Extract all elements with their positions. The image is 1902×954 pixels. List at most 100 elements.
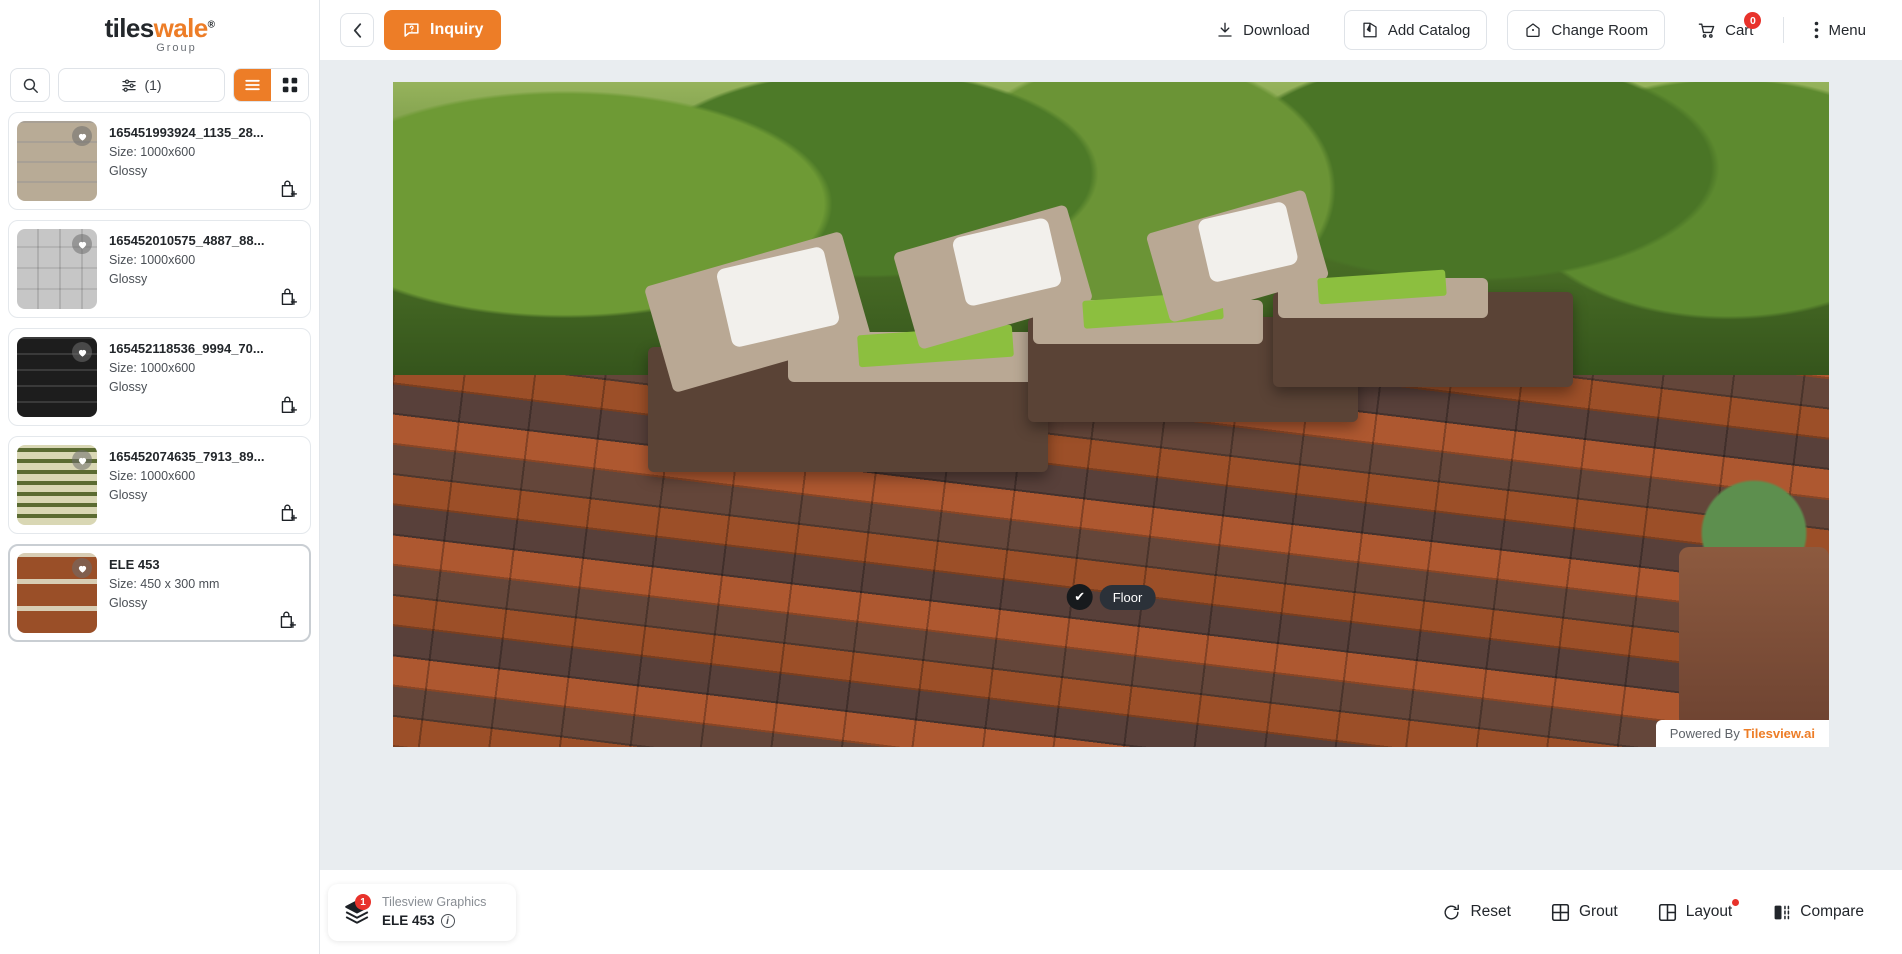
grout-grid-icon (1551, 903, 1570, 922)
logo-subtitle: Group (156, 41, 197, 54)
powered-by-watermark: Powered By Tilesview.ai (1655, 720, 1829, 747)
catalog-book-icon (1361, 21, 1379, 39)
layer-tile-label: ELE 453 (382, 913, 435, 929)
bottom-toolbar: 1 Tilesview Graphics ELE 453 i Reset Grou… (320, 870, 1902, 954)
compare-label: Compare (1800, 903, 1864, 920)
menu-label: Menu (1828, 21, 1866, 39)
add-to-bag-icon[interactable] (280, 179, 298, 199)
room-visualization[interactable]: ✔ Floor Powered By Tilesview.ai (393, 82, 1829, 747)
inquiry-button[interactable]: Inquiry (384, 10, 502, 50)
chat-question-icon (402, 21, 421, 40)
product-info: 165452010575_4887_88... Size: 1000x600 Glo… (109, 229, 302, 309)
kebab-menu-icon (1814, 21, 1819, 39)
layout-button[interactable]: Layout (1642, 895, 1749, 930)
add-to-bag-icon[interactable] (280, 287, 298, 307)
product-finish: Glossy (109, 271, 148, 286)
product-title: ELE 453 (109, 557, 160, 572)
floor-surface[interactable] (393, 374, 1829, 747)
menu-button[interactable]: Menu (1800, 10, 1880, 50)
potted-plant (1679, 547, 1829, 747)
add-to-bag-icon[interactable] (280, 395, 298, 415)
layers-icon-wrap: 1 (344, 894, 371, 926)
add-to-bag-icon[interactable] (280, 503, 298, 523)
bottom-actions: Reset Grout Layout Compare (1426, 895, 1880, 930)
favorite-heart-icon[interactable] (72, 342, 92, 362)
download-button[interactable]: Download (1202, 10, 1324, 50)
product-card[interactable]: 165452118536_9994_70... Size: 1000x600 Glo… (8, 328, 311, 426)
product-title: 165451993924_1135_28... (109, 125, 264, 140)
app-root: tileswale® Group (1) 165451993924_1135_2… (0, 0, 1902, 954)
chevron-left-icon (353, 22, 362, 38)
logo-registered-mark: ® (207, 18, 215, 30)
list-view-button[interactable] (234, 69, 271, 101)
product-finish: Glossy (109, 487, 148, 502)
logo-text: tileswale® (105, 15, 215, 41)
product-info: ELE 453 Size: 450 x 300 mm Glossy (109, 553, 302, 633)
search-icon (22, 77, 39, 94)
product-size: Size: 1000x600 (109, 144, 196, 159)
product-list[interactable]: 165451993924_1135_28... Size: 1000x600 Glo… (0, 112, 319, 954)
grout-label: Grout (1578, 903, 1618, 920)
product-title: 165452010575_4887_88... (109, 233, 265, 248)
product-thumbnail[interactable] (17, 337, 97, 417)
layer-text-block: Tilesview Graphics ELE 453 i (382, 893, 486, 932)
favorite-heart-icon[interactable] (72, 558, 92, 578)
powered-by-brand: Tilesview.ai (1743, 726, 1815, 741)
back-button[interactable] (340, 13, 374, 47)
product-thumbnail[interactable] (17, 229, 97, 309)
favorite-heart-icon[interactable] (72, 126, 92, 146)
product-card[interactable]: 165452010575_4887_88... Size: 1000x600 Glo… (8, 220, 311, 318)
product-finish: Glossy (109, 163, 148, 178)
active-layer-info[interactable]: 1 Tilesview Graphics ELE 453 i (328, 883, 517, 941)
product-size: Size: 1000x600 (109, 360, 196, 375)
product-thumbnail[interactable] (17, 553, 97, 633)
download-icon (1216, 21, 1234, 39)
reset-button[interactable]: Reset (1426, 895, 1527, 930)
grid-view-button[interactable] (271, 69, 308, 101)
sidebar: tileswale® Group (1) 165451993924_1135_2… (0, 0, 320, 954)
add-to-bag-icon[interactable] (279, 610, 297, 630)
brand-logo[interactable]: tileswale® Group (0, 0, 319, 62)
surface-chip-label[interactable]: Floor (1099, 584, 1156, 610)
change-room-label: Change Room (1551, 21, 1649, 39)
cart-badge: 0 (1744, 12, 1762, 29)
cart-icon (1697, 21, 1716, 40)
product-title: 165452118536_9994_70... (109, 341, 264, 356)
reset-icon (1442, 903, 1461, 922)
change-room-button[interactable]: Change Room (1507, 10, 1666, 50)
surface-chip-check-button[interactable]: ✔ (1066, 584, 1093, 611)
canvas-area: ✔ Floor Powered By Tilesview.ai (320, 60, 1902, 870)
product-card[interactable]: 165451993924_1135_28... Size: 1000x600 Glo… (8, 112, 311, 210)
top-toolbar: Inquiry Download Add Catalog Change Room… (320, 0, 1902, 60)
add-catalog-button[interactable]: Add Catalog (1343, 10, 1488, 50)
info-icon[interactable]: i (440, 914, 455, 929)
add-catalog-label: Add Catalog (1387, 21, 1471, 39)
filter-button[interactable]: (1) (58, 68, 225, 102)
product-card[interactable]: ELE 453 Size: 450 x 300 mm Glossy (8, 544, 311, 642)
download-label: Download (1243, 21, 1310, 39)
product-title: 165452074635_7913_89... (109, 449, 265, 464)
filter-count-label: (1) (144, 77, 162, 93)
favorite-heart-icon[interactable] (72, 234, 92, 254)
product-finish: Glossy (109, 379, 148, 394)
product-size: Size: 1000x600 (109, 468, 196, 483)
list-view-icon (244, 78, 261, 92)
notification-dot (1732, 898, 1740, 906)
surface-chip: ✔ Floor (1066, 584, 1156, 611)
product-info: 165452118536_9994_70... Size: 1000x600 Glo… (109, 337, 302, 417)
compare-button[interactable]: Compare (1756, 895, 1880, 930)
favorite-heart-icon[interactable] (72, 450, 92, 470)
grid-view-icon (282, 77, 298, 93)
product-card[interactable]: 165452074635_7913_89... Size: 1000x600 Glo… (8, 436, 311, 534)
product-thumbnail[interactable] (17, 121, 97, 201)
cart-button[interactable]: Cart 0 (1683, 10, 1767, 50)
view-toggle (233, 68, 309, 102)
reset-label: Reset (1470, 903, 1511, 920)
main-area: Inquiry Download Add Catalog Change Room… (320, 0, 1902, 954)
grout-button[interactable]: Grout (1535, 895, 1634, 930)
layout-grid-icon (1658, 903, 1677, 922)
sliders-icon (121, 77, 137, 93)
product-thumbnail[interactable] (17, 445, 97, 525)
search-button[interactable] (10, 68, 50, 102)
product-info: 165451993924_1135_28... Size: 1000x600 Glo… (109, 121, 302, 201)
